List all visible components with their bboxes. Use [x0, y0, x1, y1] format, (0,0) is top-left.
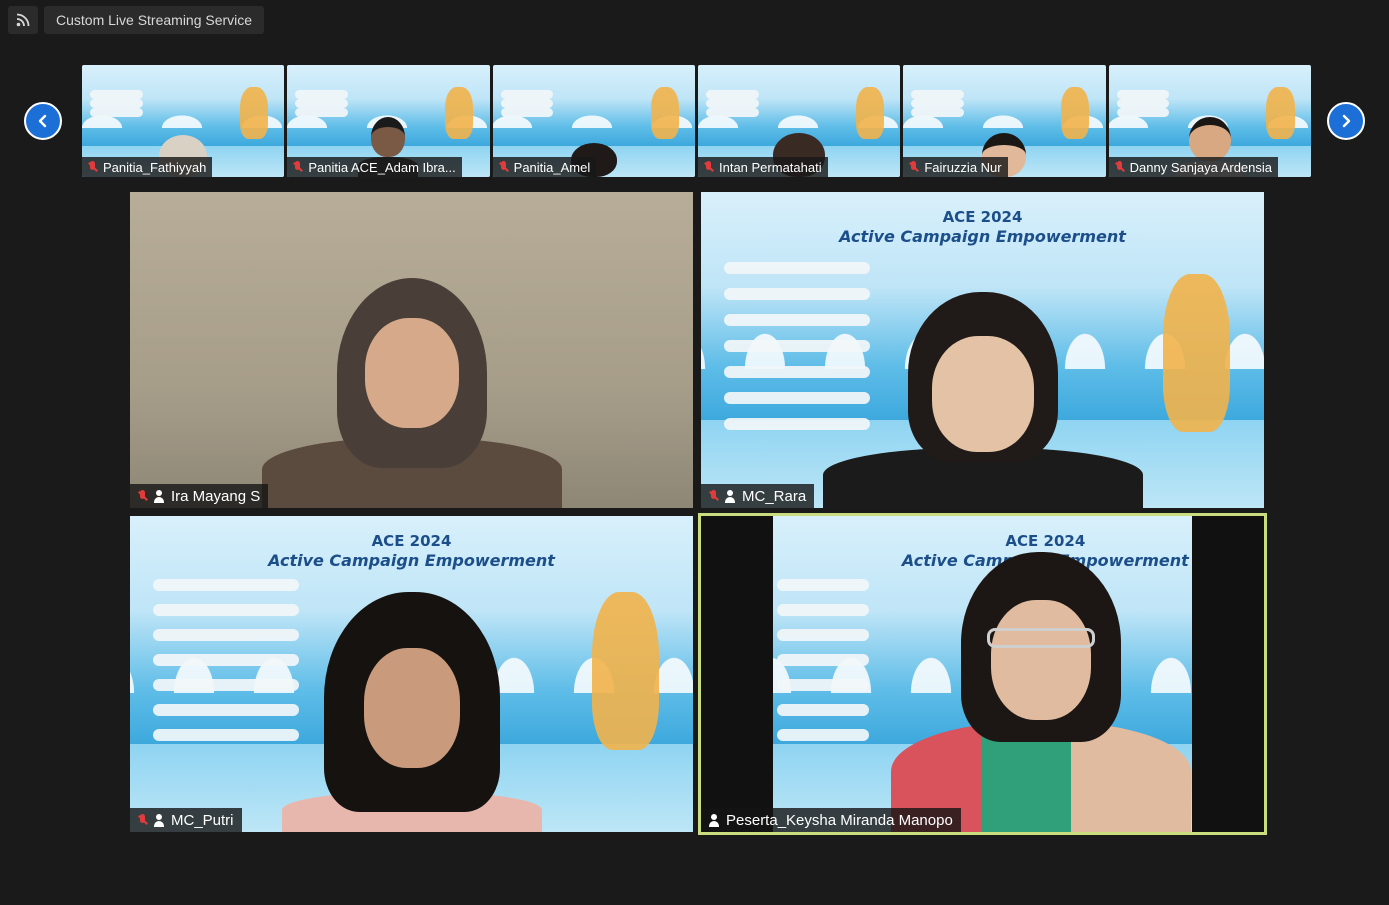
mascot-image — [591, 591, 660, 750]
person-icon — [709, 813, 719, 827]
participant-thumbnail[interactable]: Panitia ACE_Adam Ibra... — [287, 65, 490, 177]
mascot-image — [1266, 87, 1295, 139]
participant-name: Panitia ACE_Adam Ibra... — [308, 159, 456, 175]
mascot-image — [1162, 274, 1231, 433]
mic-off-icon — [704, 161, 713, 173]
video-tile[interactable]: ACE 2024 Active Campaign Empowerment MC_… — [130, 516, 693, 832]
participant-video — [281, 592, 542, 832]
slide-title: ACE 2024 — [1005, 531, 1086, 550]
mic-off-icon — [293, 161, 302, 173]
mic-off-icon — [138, 814, 147, 826]
person-icon — [725, 489, 735, 503]
chevron-right-icon[interactable] — [1327, 102, 1365, 140]
mascot-image — [855, 87, 885, 139]
chevron-left-icon[interactable] — [24, 102, 62, 140]
video-tile[interactable]: ACE 2024 Active Campaign Empowerment MC_… — [701, 192, 1264, 508]
mic-off-icon — [709, 490, 718, 502]
slide-title: ACE 2024 — [371, 531, 452, 550]
mic-off-icon — [1115, 161, 1124, 173]
mascot-image — [239, 87, 269, 139]
participant-thumbnail[interactable]: Fairuzzia Nur — [903, 65, 1106, 177]
participant-thumbnail[interactable]: Panitia_Fathiyyah — [82, 65, 285, 177]
slide-title: ACE 2024 — [942, 207, 1023, 226]
person-icon — [154, 489, 164, 503]
participant-name: Danny Sanjaya Ardensia — [1129, 159, 1273, 175]
participant-name: MC_Rara — [742, 487, 807, 505]
participant-name: Intan Permatahati — [718, 159, 822, 175]
participant-thumbnail[interactable]: Intan Permatahati — [697, 65, 901, 177]
mascot-image — [445, 87, 474, 139]
participant-video — [891, 552, 1192, 832]
mascot-image — [650, 87, 679, 139]
participant-name: Panitia_Fathiyyah — [103, 159, 207, 175]
participant-strip: Panitia_Fathiyyah Panitia ACE_Adam Ibra.… — [82, 65, 1311, 177]
participant-name: Ira Mayang S — [171, 487, 261, 505]
participant-name: Fairuzzia Nur — [924, 159, 1002, 175]
mic-off-icon — [909, 161, 918, 173]
participant-thumbnail[interactable]: Panitia_Amel — [492, 65, 695, 177]
person-icon — [154, 813, 164, 827]
active-speaker-tile[interactable]: ACE 2024 Active Campaign Empowerment Pes… — [698, 513, 1267, 835]
top-bar: Custom Live Streaming Service — [8, 6, 265, 34]
participant-video — [822, 292, 1143, 508]
rss-icon[interactable] — [8, 6, 38, 34]
participant-thumbnail[interactable]: Danny Sanjaya Ardensia — [1108, 65, 1311, 177]
participant-video — [261, 278, 562, 508]
mic-off-icon — [138, 490, 147, 502]
mic-off-icon — [499, 161, 508, 173]
slide-subtitle: Active Campaign Empowerment — [268, 550, 555, 570]
participant-name: MC_Putri — [171, 811, 234, 829]
participant-name: Peserta_Keysha Miranda Manopo — [726, 811, 953, 829]
window-title[interactable]: Custom Live Streaming Service — [44, 6, 265, 34]
slide-subtitle: Active Campaign Empowerment — [839, 226, 1126, 246]
video-tile[interactable]: Ira Mayang S — [130, 192, 693, 508]
mascot-image — [1061, 87, 1090, 139]
mic-off-icon — [88, 161, 97, 173]
participant-name: Panitia_Amel — [513, 159, 591, 175]
